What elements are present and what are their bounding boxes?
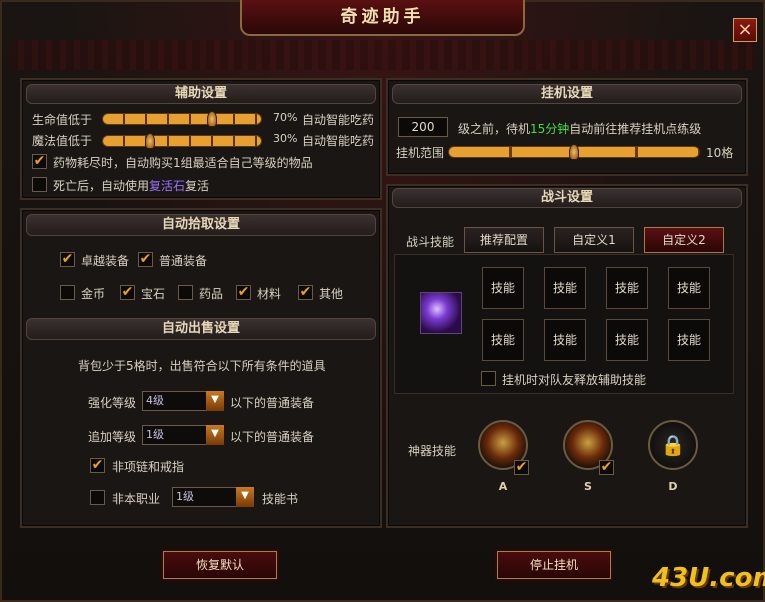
pickup-label: 材料 [257, 287, 282, 301]
artifact-checkbox[interactable]: ✔ [599, 460, 614, 475]
pickup-checkbox[interactable]: ✔ [138, 252, 153, 267]
title-decoration [10, 40, 755, 70]
add-suffix: 以下的普通装备 [230, 430, 315, 444]
class-select[interactable]: 1级 [172, 487, 238, 507]
mp-slider[interactable] [102, 135, 262, 147]
artifact-hotkey: S [584, 480, 592, 493]
lock-icon[interactable]: 🔒 [648, 420, 698, 470]
idle-text-before: 级之前，待机 [458, 122, 531, 136]
tab-config-3[interactable]: 自定义2 [644, 227, 724, 253]
skill-slot[interactable]: 技能 [668, 267, 710, 309]
class-dropdown-arrow[interactable]: ▼ [236, 487, 254, 507]
tab-config-2[interactable]: 自定义1 [554, 227, 634, 253]
potion-checkbox[interactable]: ✔ [32, 154, 47, 169]
skill-slot[interactable]: 技能 [606, 267, 648, 309]
skill-slot[interactable]: 技能 [606, 319, 648, 361]
hp-percent: 70% [273, 111, 298, 124]
hp-slider-knob[interactable] [207, 111, 217, 127]
pickup-label: 其他 [319, 287, 344, 301]
potion-label: 药物耗尽时，自动购买1组最适合自己等级的物品 [53, 156, 313, 170]
pickup-checkbox[interactable] [60, 285, 75, 300]
close-button[interactable]: × [733, 18, 757, 42]
support-label: 挂机时对队友释放辅助技能 [502, 373, 647, 387]
hp-label: 生命值低于 [32, 113, 93, 127]
skill-slot[interactable]: 技能 [668, 319, 710, 361]
battle-skills-label: 战斗技能 [406, 235, 455, 249]
skill-preview-icon[interactable] [420, 292, 462, 334]
site-logo: 43U.com [652, 563, 765, 593]
class-suffix: 技能书 [262, 492, 299, 506]
battle-heading: 战斗设置 [392, 188, 742, 208]
revive-suffix: 复活 [185, 179, 210, 193]
add-label: 追加等级 [88, 430, 137, 444]
artifact-label: 神器技能 [408, 444, 457, 458]
idle-description: 级之前，待机15分钟自动前往推荐挂机点练级 [458, 120, 701, 137]
stop-idle-button[interactable]: 停止挂机 [497, 551, 611, 579]
class-checkbox[interactable] [90, 490, 105, 505]
enhance-dropdown-arrow[interactable]: ▼ [206, 391, 224, 411]
add-select[interactable]: 1级 [142, 425, 208, 445]
pickup-heading: 自动拾取设置 [26, 214, 376, 236]
add-dropdown-arrow[interactable]: ▼ [206, 425, 224, 445]
hp-action: 自动智能吃药 [302, 113, 375, 127]
hp-slider[interactable] [102, 113, 262, 125]
ring-checkbox[interactable]: ✔ [90, 458, 105, 473]
revive-checkbox[interactable] [32, 177, 47, 192]
pickup-row-1: ✔ 卓越装备 ✔ 普通装备 [60, 252, 360, 270]
revive-item-link[interactable]: 复活石 [149, 179, 185, 193]
skill-config-tabs: 推荐配置 自定义1 自定义2 [464, 227, 734, 255]
range-label: 挂机范围 [396, 146, 445, 160]
mp-label: 魔法值低于 [32, 134, 93, 148]
revive-label: 死亡后，自动使用复活石复活 [53, 177, 209, 194]
artifact-hotkey: D [668, 480, 678, 493]
artifact-checkbox[interactable]: ✔ [514, 460, 529, 475]
pickup-checkbox[interactable] [178, 285, 193, 300]
mp-slider-knob[interactable] [145, 133, 155, 149]
restore-default-button[interactable]: 恢复默认 [163, 551, 277, 579]
enhance-suffix: 以下的普通装备 [230, 396, 315, 410]
mp-percent: 30% [273, 132, 298, 145]
support-checkbox[interactable] [481, 371, 496, 386]
skill-slots: 技能 技能 技能 技能 技能 技能 技能 技能 [482, 267, 712, 367]
enhance-label: 强化等级 [88, 396, 137, 410]
idle-minutes: 15分钟 [530, 122, 570, 136]
range-slider-knob[interactable] [569, 144, 579, 160]
artifact-hotkey: A [498, 480, 508, 493]
sell-intro: 背包少于5格时，出售符合以下所有条件的道具 [78, 359, 326, 373]
pickup-label: 宝石 [141, 287, 166, 301]
pickup-checkbox[interactable]: ✔ [298, 285, 313, 300]
pickup-row-2: 金币 ✔ 宝石 药品 ✔ 材料 ✔ 其他 [60, 285, 360, 303]
skill-slot[interactable]: 技能 [544, 319, 586, 361]
window-title: 奇迹助手 [240, 0, 525, 36]
skill-slot[interactable]: 技能 [482, 319, 524, 361]
pickup-label: 药品 [199, 287, 224, 301]
pickup-checkbox[interactable]: ✔ [236, 285, 251, 300]
pickup-label: 卓越装备 [81, 254, 130, 268]
mp-action: 自动智能吃药 [302, 134, 375, 148]
tab-config-1[interactable]: 推荐配置 [464, 227, 544, 253]
artifact-skills: ✔ A ✔ S 🔒 D [478, 420, 718, 500]
assist-heading: 辅助设置 [26, 84, 376, 104]
idle-text-after: 自动前往推荐挂机点练级 [569, 122, 702, 136]
idle-heading: 挂机设置 [392, 84, 742, 104]
skill-slot[interactable]: 技能 [544, 267, 586, 309]
pickup-checkbox[interactable]: ✔ [120, 285, 135, 300]
enhance-select[interactable]: 4级 [142, 391, 208, 411]
range-value: 10格 [706, 146, 734, 160]
ring-label: 非项链和戒指 [112, 460, 185, 474]
pickup-label: 金币 [81, 287, 106, 301]
revive-prefix: 死亡后，自动使用 [53, 179, 150, 193]
pickup-checkbox[interactable]: ✔ [60, 252, 75, 267]
sell-heading: 自动出售设置 [26, 318, 376, 340]
idle-level-input[interactable]: 200 [398, 117, 448, 137]
class-label: 非本职业 [112, 492, 161, 506]
pickup-label: 普通装备 [159, 254, 208, 268]
skill-slot[interactable]: 技能 [482, 267, 524, 309]
